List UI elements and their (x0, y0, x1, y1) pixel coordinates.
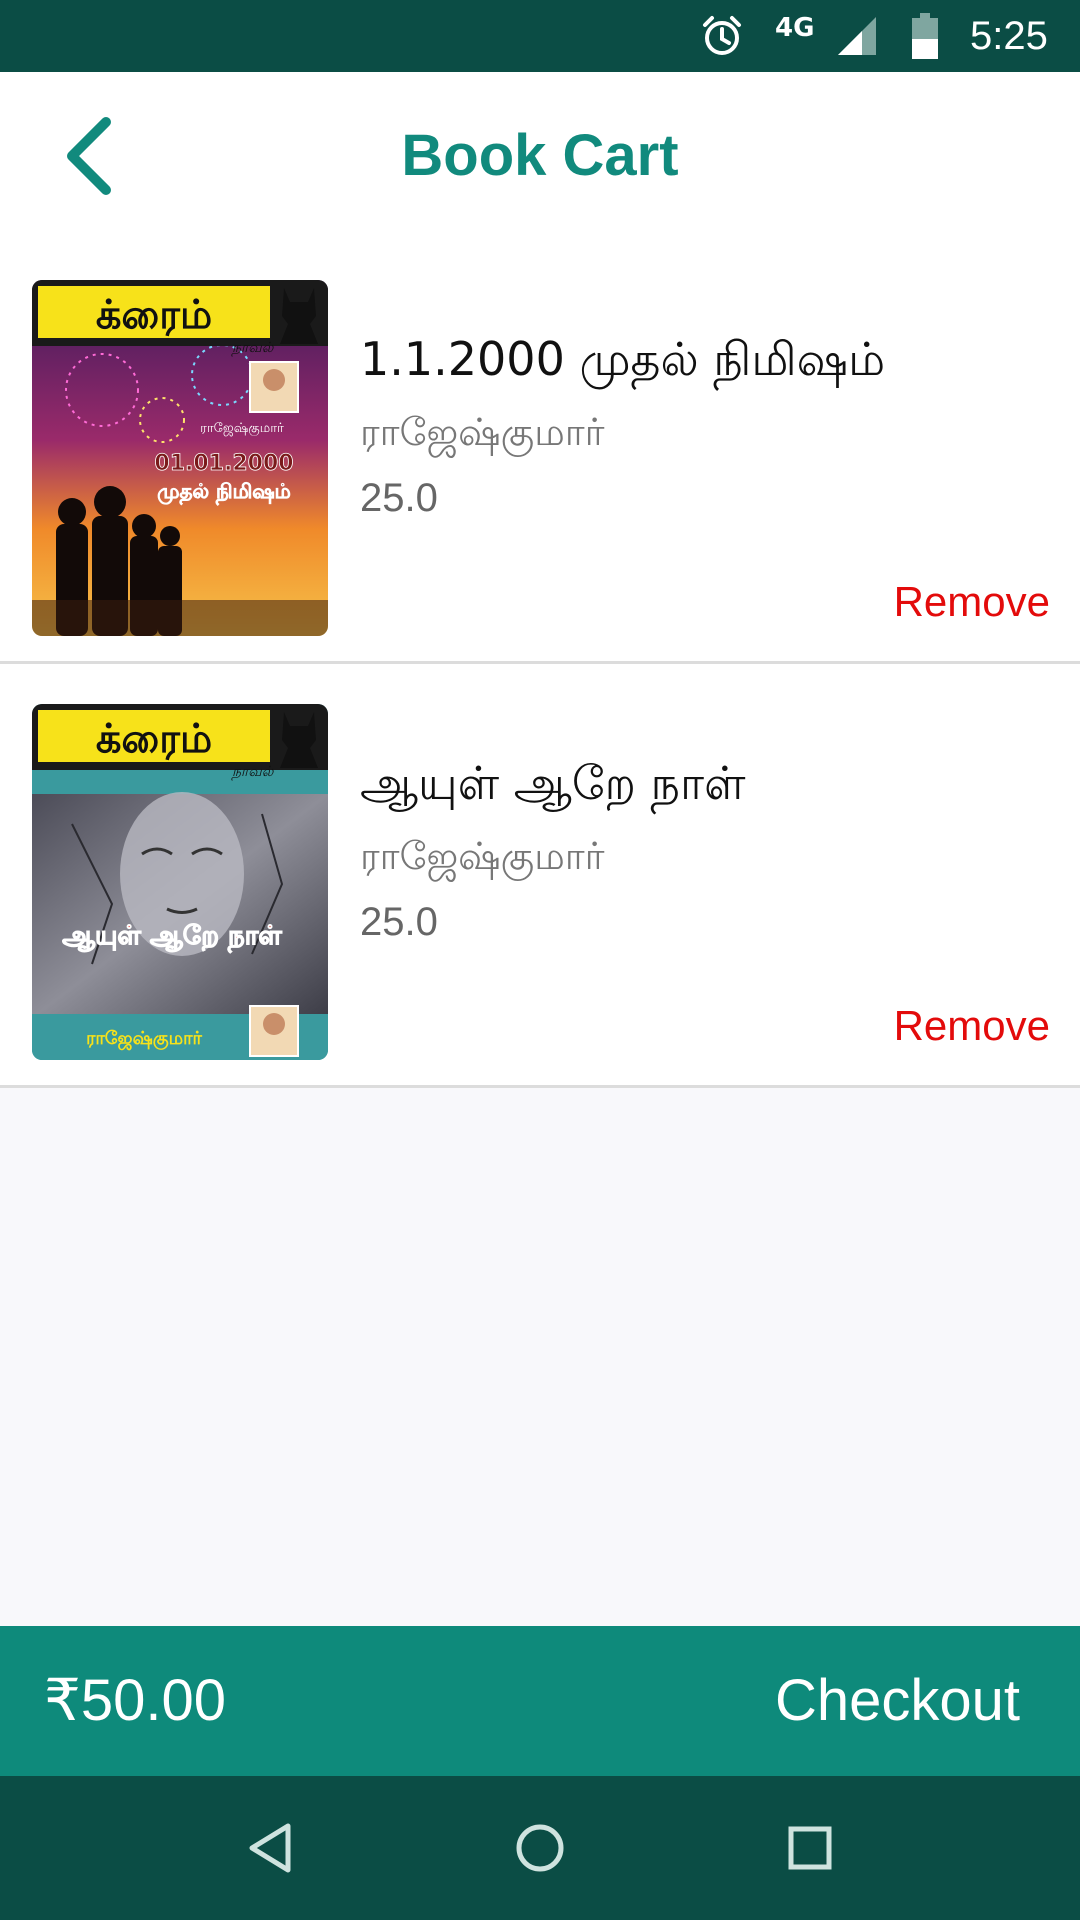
alarm-icon (700, 0, 752, 72)
nav-home-icon[interactable] (504, 1812, 576, 1884)
cover-author-text: ராஜேஷ்குமார் (200, 421, 284, 436)
cover-brand-text: க்ரைம் (96, 716, 212, 762)
cart-total: ₹50.00 (44, 1668, 227, 1733)
nav-back-icon[interactable] (234, 1812, 306, 1884)
page-title: Book Cart (401, 123, 679, 188)
status-bar: 4G 5:25 (0, 0, 1080, 72)
battery-icon (912, 0, 946, 72)
cover-author-text: ராஜேஷ்குமார் (86, 1028, 202, 1051)
cover-sub-text: நாவல் (231, 340, 275, 357)
cover-title-text: முதல் நிமிஷம் (157, 479, 291, 506)
checkout-bar: ₹50.00 Checkout (0, 1626, 1080, 1776)
cover-date-text: 01.01.2000 (154, 451, 293, 476)
cover-brand-text: க்ரைம் (96, 292, 212, 338)
system-nav-bar (0, 1776, 1080, 1920)
book-price: 25.0 (360, 476, 438, 520)
book-price: 25.0 (360, 900, 438, 944)
nav-recents-icon[interactable] (774, 1812, 846, 1884)
network-type: 4G (775, 13, 815, 43)
signal-icon (836, 0, 888, 72)
remove-button[interactable]: Remove (894, 578, 1050, 626)
back-button[interactable] (40, 108, 136, 204)
book-author: ராஜேஷ்குமார் (360, 410, 605, 454)
chevron-left-icon (67, 117, 111, 195)
book-cover-image[interactable]: க்ரைம் நாவல் ஆயுள் ஆறே நாள் ராஜேஷ்குமார் (32, 704, 328, 1060)
app-header: Book Cart (0, 72, 1080, 240)
book-author: ராஜேஷ்குமார் (360, 834, 605, 878)
cart-item: க்ரைம் நாவல் ஆயுள் ஆறே நாள் ராஜேஷ்குமார்… (0, 664, 1080, 1088)
book-title: ஆயுள் ஆறே நாள் (360, 756, 746, 810)
cart-list: க்ரைம் நாவல் ராஜேஷ்குமார் 01.01.2000 முத… (0, 240, 1080, 1088)
remove-button[interactable]: Remove (894, 1002, 1050, 1050)
cover-sub-text: நாவல் (231, 764, 275, 781)
cover-title-text: ஆயுள் ஆறே நாள் (62, 921, 282, 953)
book-title: 1.1.2000 முதல் நிமிஷம் (360, 332, 886, 386)
checkout-button[interactable]: Checkout (775, 1626, 1020, 1776)
cart-item: க்ரைம் நாவல் ராஜேஷ்குமார் 01.01.2000 முத… (0, 240, 1080, 664)
clock-time: 5:25 (970, 13, 1048, 58)
book-cover-image[interactable]: க்ரைம் நாவல் ராஜேஷ்குமார் 01.01.2000 முத… (32, 280, 328, 636)
